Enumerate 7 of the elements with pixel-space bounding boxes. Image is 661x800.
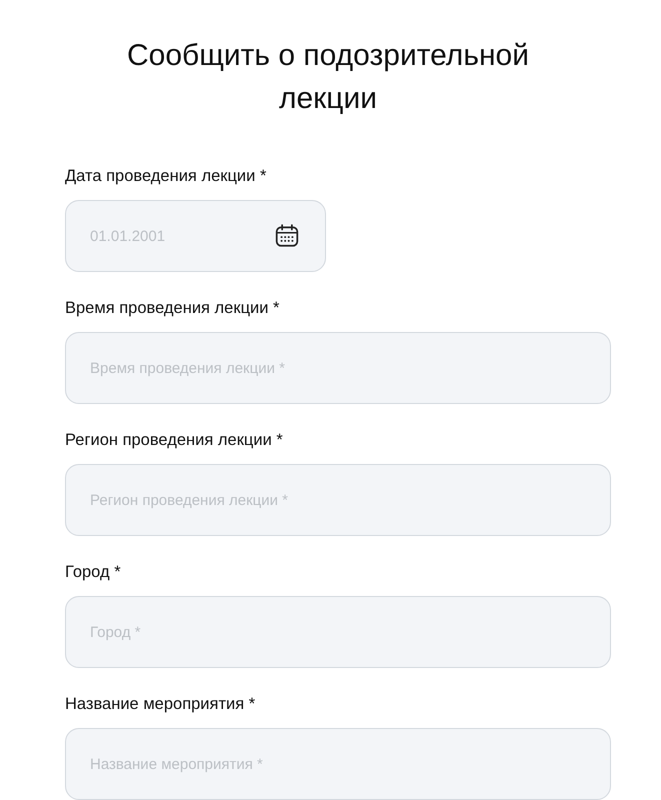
field-label: Название мероприятия * xyxy=(65,694,256,714)
field-label: Регион проведения лекции * xyxy=(65,430,284,450)
field-label: Время проведения лекции * xyxy=(65,298,280,318)
field-label: Город * xyxy=(65,562,122,582)
form-title: Сообщить о подозрительной лекции xyxy=(126,38,530,117)
calendar-icon[interactable] xyxy=(274,223,300,249)
field-label: Дата проведения лекции * xyxy=(65,166,268,186)
